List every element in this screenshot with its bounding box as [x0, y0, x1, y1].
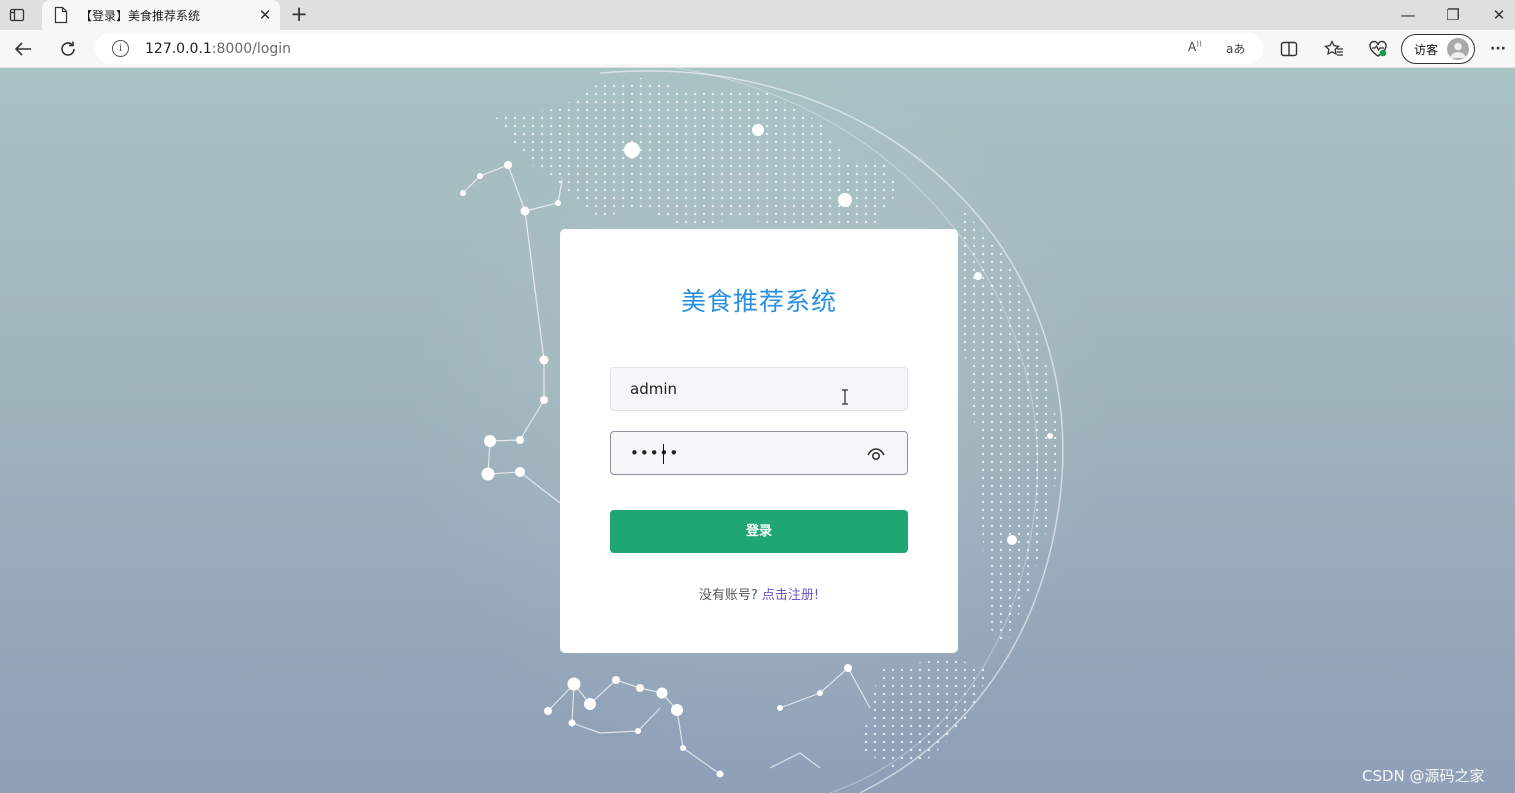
username-field[interactable]: [610, 367, 908, 411]
username-input[interactable]: [611, 368, 907, 410]
tab-close-icon[interactable]: ✕: [256, 6, 274, 24]
minimize-button[interactable]: —: [1397, 4, 1419, 26]
close-window-button[interactable]: ✕: [1488, 4, 1510, 26]
register-link[interactable]: 点击注册!: [762, 588, 819, 603]
text-caret: [663, 444, 664, 464]
profile-label: 访客: [1414, 43, 1439, 57]
show-password-eye-icon[interactable]: [865, 444, 887, 464]
tab-title: 【登录】美食推荐系统: [80, 9, 201, 23]
system-title: 美食推荐系统: [680, 287, 837, 316]
url-text[interactable]: 127.0.0.1:8000/login: [145, 41, 291, 57]
avatar: [1447, 38, 1469, 60]
login-card: 美食推荐系统 登录 没有账号? 点击注册!: [560, 229, 958, 653]
restore-button[interactable]: ❐: [1442, 4, 1464, 26]
more-menu-icon[interactable]: ···: [1487, 38, 1509, 60]
browser-essentials-icon[interactable]: [1367, 38, 1389, 60]
browser-tab-active[interactable]: 【登录】美食推荐系统 ✕: [42, 0, 280, 30]
translate-icon[interactable]: aあ: [1226, 40, 1245, 57]
login-button[interactable]: 登录: [610, 510, 908, 553]
tab-actions-icon[interactable]: [8, 6, 26, 24]
register-prompt-text: 没有账号?: [698, 588, 762, 603]
tab-strip: 【登录】美食推荐系统 ✕ + — ❐ ✕: [0, 0, 1515, 30]
site-info-icon[interactable]: i: [112, 40, 129, 57]
page-viewport: 美食推荐系统 登录 没有账号? 点击注册! CSDN @源码之家: [0, 68, 1515, 793]
profile-button[interactable]: 访客: [1401, 34, 1475, 64]
split-screen-icon[interactable]: [1278, 38, 1300, 60]
page-icon: [54, 6, 70, 24]
csdn-watermark: CSDN @源码之家: [1362, 767, 1485, 785]
read-aloud-icon[interactable]: A)): [1188, 40, 1202, 54]
register-prompt: 没有账号? 点击注册!: [560, 584, 958, 603]
refresh-icon[interactable]: [57, 38, 79, 60]
browser-toolbar: i 127.0.0.1:8000/login A)) aあ 访客 ···: [0, 30, 1515, 68]
favorites-icon[interactable]: [1323, 38, 1345, 60]
password-input[interactable]: [611, 432, 907, 474]
text-cursor-icon: [842, 389, 848, 405]
back-arrow-icon[interactable]: [12, 38, 34, 60]
new-tab-button[interactable]: +: [288, 3, 310, 25]
address-bar[interactable]: i 127.0.0.1:8000/login A)) aあ: [95, 33, 1263, 64]
password-field[interactable]: [610, 431, 908, 475]
